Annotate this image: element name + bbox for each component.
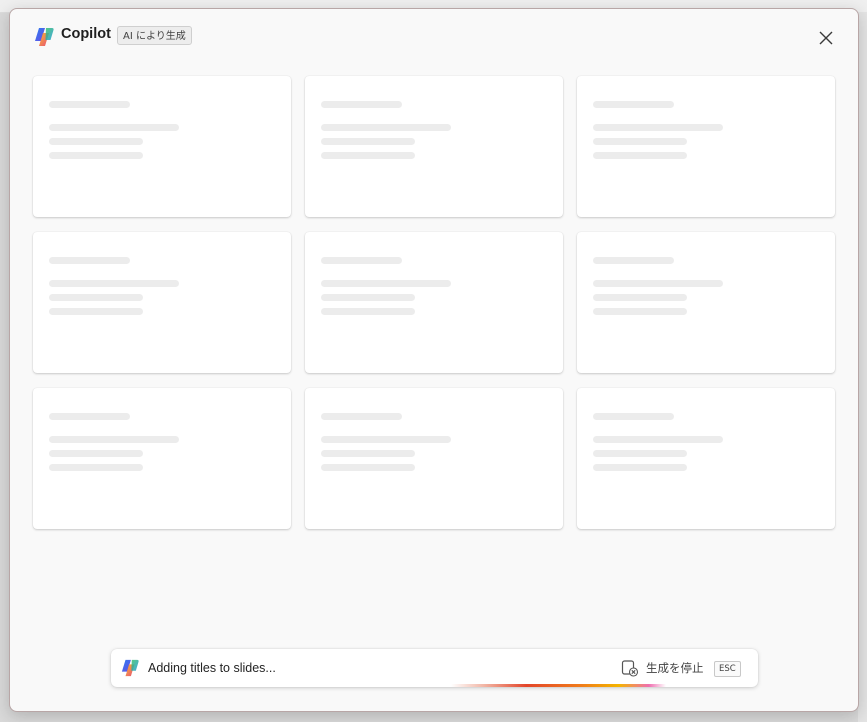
skeleton-line	[593, 138, 687, 145]
skeleton-title	[321, 413, 402, 420]
skeleton-title	[593, 101, 674, 108]
skeleton-line	[321, 124, 451, 131]
slide-card-placeholder	[577, 76, 835, 217]
slide-card-placeholder	[305, 232, 563, 373]
slide-preview-grid	[33, 76, 835, 529]
slide-card-placeholder	[33, 76, 291, 217]
skeleton-title	[593, 257, 674, 264]
skeleton-line	[321, 436, 451, 443]
skeleton-line	[49, 152, 143, 159]
skeleton-line	[321, 450, 415, 457]
skeleton-line	[593, 124, 723, 131]
skeleton-line	[321, 280, 451, 287]
skeleton-line	[321, 138, 415, 145]
dialog-header: Copilot AI により生成	[10, 9, 858, 65]
skeleton-line	[593, 152, 687, 159]
esc-shortcut-hint: ESC	[714, 661, 741, 677]
copilot-logo-icon	[121, 659, 139, 677]
slide-card-placeholder	[305, 76, 563, 217]
status-message: Adding titles to slides...	[148, 661, 276, 675]
close-icon[interactable]	[814, 26, 838, 50]
stop-generating-icon	[621, 660, 639, 677]
skeleton-title	[49, 257, 130, 264]
generation-status-bar: Adding titles to slides... 生成を停止 ESC	[111, 649, 758, 687]
skeleton-title	[49, 413, 130, 420]
stop-generating-label: 生成を停止	[646, 661, 704, 675]
skeleton-line	[49, 464, 143, 471]
skeleton-title	[321, 257, 402, 264]
dialog-title: Copilot	[61, 26, 111, 42]
slide-card-placeholder	[33, 232, 291, 373]
stop-generating-button[interactable]: 生成を停止	[621, 657, 704, 679]
skeleton-line	[321, 464, 415, 471]
skeleton-line	[593, 464, 687, 471]
skeleton-line	[593, 450, 687, 457]
app-scrollbar-background	[858, 12, 867, 722]
skeleton-line	[49, 294, 143, 301]
skeleton-line	[321, 294, 415, 301]
skeleton-line	[321, 308, 415, 315]
skeleton-line	[49, 308, 143, 315]
skeleton-line	[321, 152, 415, 159]
skeleton-line	[49, 138, 143, 145]
skeleton-line	[593, 308, 687, 315]
slide-card-placeholder	[33, 388, 291, 529]
progress-indicator	[451, 684, 666, 687]
slide-card-placeholder	[577, 388, 835, 529]
skeleton-title	[49, 101, 130, 108]
skeleton-line	[49, 280, 179, 287]
skeleton-line	[49, 436, 179, 443]
slide-card-placeholder	[305, 388, 563, 529]
skeleton-line	[593, 294, 687, 301]
skeleton-line	[593, 280, 723, 287]
skeleton-line	[49, 124, 179, 131]
skeleton-title	[321, 101, 402, 108]
copilot-logo-icon	[35, 28, 54, 46]
skeleton-line	[593, 436, 723, 443]
skeleton-title	[593, 413, 674, 420]
skeleton-line	[49, 450, 143, 457]
slide-card-placeholder	[577, 232, 835, 373]
ai-generated-badge: AI により生成	[117, 26, 192, 45]
copilot-dialog: Copilot AI により生成 Adding titles to slides…	[9, 8, 859, 712]
